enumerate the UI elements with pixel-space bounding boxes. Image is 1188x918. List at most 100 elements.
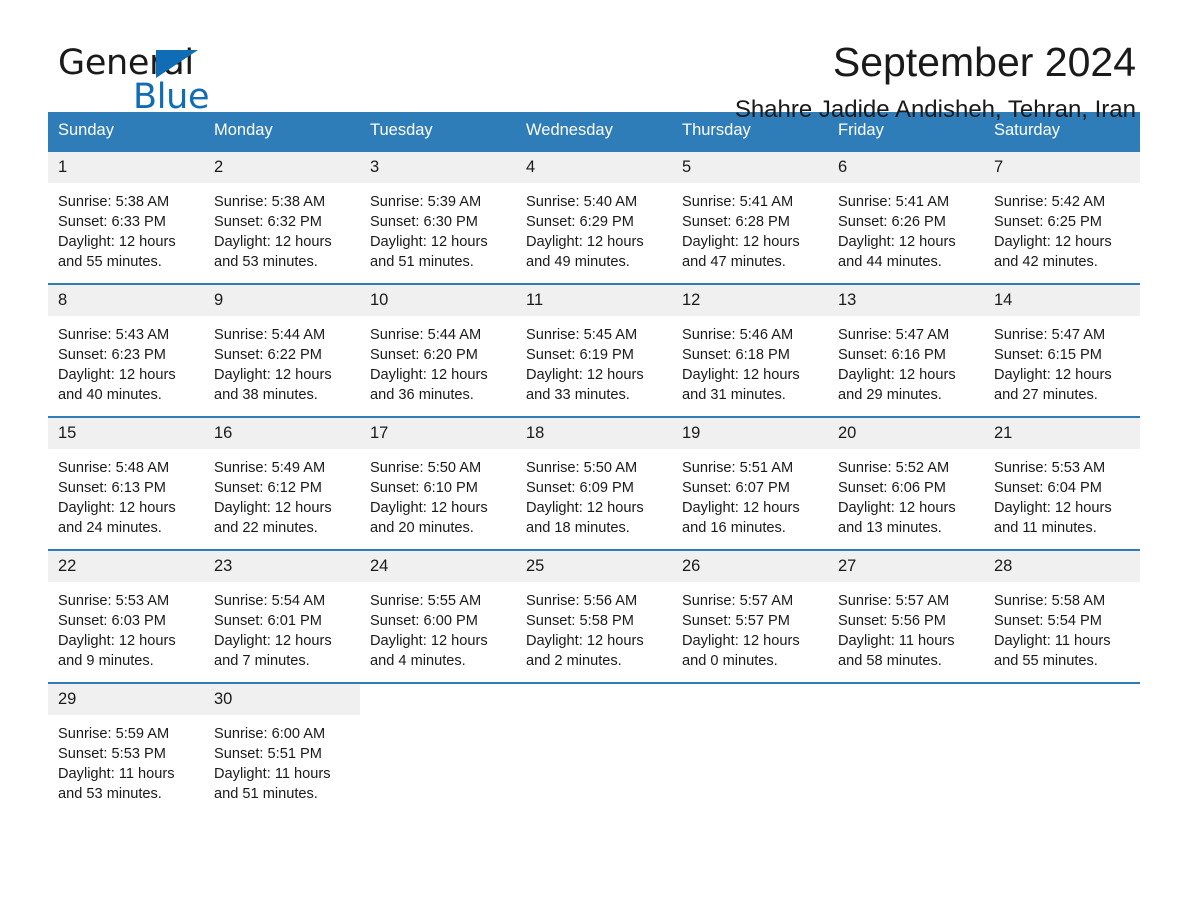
- day-info: Sunrise: 5:41 AM Sunset: 6:26 PM Daylight:…: [828, 183, 984, 272]
- sunrise-text: Sunrise: 5:51 AM: [682, 460, 794, 476]
- sunset-text: Sunset: 6:25 PM: [994, 214, 1102, 230]
- day-info: Sunrise: 5:48 AM Sunset: 6:13 PM Daylight:…: [48, 449, 204, 538]
- day-cell[interactable]: 29 Sunrise: 5:59 AM Sunset: 5:53 PM Dayligh…: [48, 682, 204, 816]
- day-cell-inner: 14 Sunrise: 5:47 AM Sunset: 6:15 PM Dayligh…: [984, 285, 1140, 416]
- sunset-text: Sunset: 6:07 PM: [682, 480, 790, 496]
- daylight-text: Daylight: 12 hours and 2 minutes.: [526, 633, 644, 669]
- day-cell-inner: [360, 684, 516, 816]
- day-cell[interactable]: 14 Sunrise: 5:47 AM Sunset: 6:15 PM Dayligh…: [984, 283, 1140, 417]
- daylight-text: Daylight: 12 hours and 38 minutes.: [214, 367, 332, 403]
- day-cell[interactable]: 11 Sunrise: 5:45 AM Sunset: 6:19 PM Dayligh…: [516, 283, 672, 417]
- day-cell[interactable]: 22 Sunrise: 5:53 AM Sunset: 6:03 PM Dayligh…: [48, 549, 204, 683]
- day-number: 16: [204, 418, 360, 449]
- sunrise-text: Sunrise: 5:49 AM: [214, 460, 326, 476]
- daylight-text: Daylight: 12 hours and 9 minutes.: [58, 633, 176, 669]
- day-cell[interactable]: 5 Sunrise: 5:41 AM Sunset: 6:28 PM Daylight…: [672, 150, 828, 284]
- day-cell[interactable]: 28 Sunrise: 5:58 AM Sunset: 5:54 PM Dayligh…: [984, 549, 1140, 683]
- sunset-text: Sunset: 6:10 PM: [370, 480, 478, 496]
- sunset-text: Sunset: 6:20 PM: [370, 347, 478, 363]
- day-cell[interactable]: 21 Sunrise: 5:53 AM Sunset: 6:04 PM Dayligh…: [984, 416, 1140, 550]
- day-number: 23: [204, 551, 360, 582]
- sunset-text: Sunset: 6:28 PM: [682, 214, 790, 230]
- daylight-text: Daylight: 12 hours and 51 minutes.: [370, 234, 488, 270]
- day-number: 2: [204, 152, 360, 183]
- day-cell[interactable]: 13 Sunrise: 5:47 AM Sunset: 6:16 PM Dayligh…: [828, 283, 984, 417]
- day-cell[interactable]: 9 Sunrise: 5:44 AM Sunset: 6:22 PM Daylight…: [204, 283, 360, 417]
- sunrise-text: Sunrise: 5:47 AM: [838, 327, 950, 343]
- day-cell[interactable]: 12 Sunrise: 5:46 AM Sunset: 6:18 PM Dayligh…: [672, 283, 828, 417]
- day-cell[interactable]: 15 Sunrise: 5:48 AM Sunset: 6:13 PM Dayligh…: [48, 416, 204, 550]
- day-cell[interactable]: 6 Sunrise: 5:41 AM Sunset: 6:26 PM Daylight…: [828, 150, 984, 284]
- sunrise-text: Sunrise: 5:58 AM: [994, 593, 1106, 609]
- day-info: Sunrise: 5:38 AM Sunset: 6:33 PM Daylight:…: [48, 183, 204, 272]
- day-cell[interactable]: 26 Sunrise: 5:57 AM Sunset: 5:57 PM Dayligh…: [672, 549, 828, 683]
- day-number: 19: [672, 418, 828, 449]
- sunrise-text: Sunrise: 5:57 AM: [682, 593, 794, 609]
- day-info: Sunrise: 5:50 AM Sunset: 6:10 PM Daylight:…: [360, 449, 516, 538]
- sunset-text: Sunset: 5:58 PM: [526, 613, 634, 629]
- day-cell[interactable]: 30 Sunrise: 6:00 AM Sunset: 5:51 PM Dayligh…: [204, 682, 360, 816]
- daylight-text: Daylight: 12 hours and 47 minutes.: [682, 234, 800, 270]
- sunrise-text: Sunrise: 5:45 AM: [526, 327, 638, 343]
- day-number: 20: [828, 418, 984, 449]
- day-number: [672, 684, 828, 697]
- day-cell-inner: 1 Sunrise: 5:38 AM Sunset: 6:33 PM Daylight…: [48, 152, 204, 283]
- sunset-text: Sunset: 5:56 PM: [838, 613, 946, 629]
- sunset-text: Sunset: 6:23 PM: [58, 347, 166, 363]
- day-cell[interactable]: 3 Sunrise: 5:39 AM Sunset: 6:30 PM Daylight…: [360, 150, 516, 284]
- day-cell[interactable]: 1 Sunrise: 5:38 AM Sunset: 6:33 PM Daylight…: [48, 150, 204, 284]
- daylight-text: Daylight: 12 hours and 49 minutes.: [526, 234, 644, 270]
- sunset-text: Sunset: 6:16 PM: [838, 347, 946, 363]
- day-info: Sunrise: 5:58 AM Sunset: 5:54 PM Daylight:…: [984, 582, 1140, 671]
- sunset-text: Sunset: 6:06 PM: [838, 480, 946, 496]
- day-number: 24: [360, 551, 516, 582]
- day-info: Sunrise: 5:40 AM Sunset: 6:29 PM Daylight:…: [516, 183, 672, 272]
- day-cell[interactable]: 16 Sunrise: 5:49 AM Sunset: 6:12 PM Dayligh…: [204, 416, 360, 550]
- sunset-text: Sunset: 6:13 PM: [58, 480, 166, 496]
- daylight-text: Daylight: 12 hours and 29 minutes.: [838, 367, 956, 403]
- day-cell-inner: [672, 684, 828, 816]
- day-cell[interactable]: 8 Sunrise: 5:43 AM Sunset: 6:23 PM Daylight…: [48, 283, 204, 417]
- day-cell[interactable]: 20 Sunrise: 5:52 AM Sunset: 6:06 PM Dayligh…: [828, 416, 984, 550]
- sunset-text: Sunset: 6:09 PM: [526, 480, 634, 496]
- sunset-text: Sunset: 6:33 PM: [58, 214, 166, 230]
- day-info: Sunrise: 5:46 AM Sunset: 6:18 PM Daylight:…: [672, 316, 828, 405]
- daylight-text: Daylight: 11 hours and 53 minutes.: [58, 766, 175, 802]
- day-cell-inner: 29 Sunrise: 5:59 AM Sunset: 5:53 PM Dayligh…: [48, 684, 204, 816]
- sunset-text: Sunset: 6:22 PM: [214, 347, 322, 363]
- day-cell[interactable]: 18 Sunrise: 5:50 AM Sunset: 6:09 PM Dayligh…: [516, 416, 672, 550]
- day-cell[interactable]: 27 Sunrise: 5:57 AM Sunset: 5:56 PM Dayligh…: [828, 549, 984, 683]
- day-info: Sunrise: 5:41 AM Sunset: 6:28 PM Daylight:…: [672, 183, 828, 272]
- day-cell[interactable]: 17 Sunrise: 5:50 AM Sunset: 6:10 PM Dayligh…: [360, 416, 516, 550]
- day-info: Sunrise: 5:44 AM Sunset: 6:20 PM Daylight:…: [360, 316, 516, 405]
- day-cell[interactable]: 4 Sunrise: 5:40 AM Sunset: 6:29 PM Daylight…: [516, 150, 672, 284]
- logo-triangle-icon: [156, 50, 198, 78]
- day-cell[interactable]: 10 Sunrise: 5:44 AM Sunset: 6:20 PM Dayligh…: [360, 283, 516, 417]
- day-info: Sunrise: 5:45 AM Sunset: 6:19 PM Daylight:…: [516, 316, 672, 405]
- month-calendar-table: Sunday Monday Tuesday Wednesday Thursday…: [48, 112, 1140, 816]
- daylight-text: Daylight: 12 hours and 24 minutes.: [58, 500, 176, 536]
- day-cell[interactable]: 25 Sunrise: 5:56 AM Sunset: 5:58 PM Dayligh…: [516, 549, 672, 683]
- day-cell[interactable]: 24 Sunrise: 5:55 AM Sunset: 6:00 PM Dayligh…: [360, 549, 516, 683]
- day-info: Sunrise: 5:55 AM Sunset: 6:00 PM Daylight:…: [360, 582, 516, 671]
- sunset-text: Sunset: 6:19 PM: [526, 347, 634, 363]
- day-cell[interactable]: 19 Sunrise: 5:51 AM Sunset: 6:07 PM Dayligh…: [672, 416, 828, 550]
- day-cell-inner: 8 Sunrise: 5:43 AM Sunset: 6:23 PM Daylight…: [48, 285, 204, 416]
- day-cell[interactable]: 7 Sunrise: 5:42 AM Sunset: 6:25 PM Daylight…: [984, 150, 1140, 284]
- sunrise-text: Sunrise: 5:53 AM: [994, 460, 1106, 476]
- day-info: Sunrise: 5:47 AM Sunset: 6:15 PM Daylight:…: [984, 316, 1140, 405]
- sunrise-text: Sunrise: 5:50 AM: [370, 460, 482, 476]
- day-number: 15: [48, 418, 204, 449]
- day-info: Sunrise: 5:57 AM Sunset: 5:56 PM Daylight:…: [828, 582, 984, 671]
- day-cell[interactable]: 23 Sunrise: 5:54 AM Sunset: 6:01 PM Dayligh…: [204, 549, 360, 683]
- daylight-text: Daylight: 12 hours and 36 minutes.: [370, 367, 488, 403]
- day-info: Sunrise: 5:47 AM Sunset: 6:16 PM Daylight:…: [828, 316, 984, 405]
- day-cell-inner: 23 Sunrise: 5:54 AM Sunset: 6:01 PM Dayligh…: [204, 551, 360, 682]
- day-number: 1: [48, 152, 204, 183]
- day-number: [360, 684, 516, 697]
- day-cell-inner: 3 Sunrise: 5:39 AM Sunset: 6:30 PM Daylight…: [360, 152, 516, 283]
- day-info: Sunrise: 5:59 AM Sunset: 5:53 PM Daylight:…: [48, 715, 204, 804]
- daylight-text: Daylight: 12 hours and 22 minutes.: [214, 500, 332, 536]
- sunrise-text: Sunrise: 5:46 AM: [682, 327, 794, 343]
- day-cell[interactable]: 2 Sunrise: 5:38 AM Sunset: 6:32 PM Daylight…: [204, 150, 360, 284]
